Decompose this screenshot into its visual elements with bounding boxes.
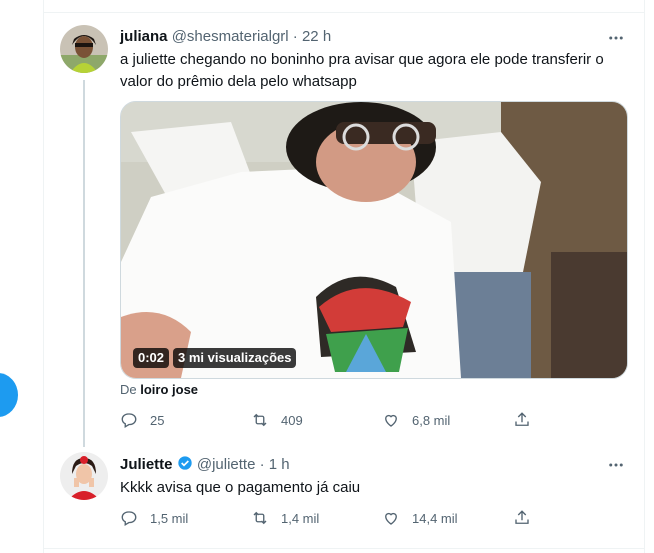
- tweet1-handle[interactable]: @shesmaterialgrl: [172, 28, 289, 45]
- divider-top: [43, 12, 644, 13]
- tweet1-like-button[interactable]: 6,8 mil: [382, 411, 513, 429]
- tweet2-reply-count: 1,5 mil: [150, 510, 189, 526]
- tweet1-video[interactable]: 0:02 3 mi visualizações: [120, 101, 628, 379]
- tweet1-reply-count: 25: [150, 412, 165, 428]
- tweet2-text: Kkkk avisa que o pagamento já caiu: [120, 479, 361, 496]
- tweet1-more-icon[interactable]: [606, 28, 626, 48]
- tweet1-share-button[interactable]: [513, 411, 553, 429]
- tweet1-like-count: 6,8 mil: [412, 412, 451, 428]
- divider-bottom: [43, 548, 644, 549]
- share-icon: [515, 412, 529, 426]
- tweet2-like-button[interactable]: 14,4 mil: [382, 509, 513, 527]
- thread-connector-line: [83, 80, 85, 447]
- tweet2-actions: 1,5 mil 1,4 mil 14,4 mil: [120, 509, 553, 527]
- attribution-user[interactable]: loiro jose: [140, 382, 198, 397]
- more-icon: [609, 463, 623, 467]
- tweet1-time[interactable]: 22 h: [302, 28, 331, 45]
- video-duration: 0:02: [133, 348, 170, 368]
- tweet2-display-name[interactable]: Juliette: [120, 456, 173, 473]
- video-frame-image: [121, 102, 627, 378]
- tweet2-retweet-count: 1,4 mil: [281, 510, 320, 526]
- verified-icon: [177, 456, 193, 473]
- video-views: 3 mi visualizações: [173, 348, 297, 368]
- tweet1-retweet-button[interactable]: 409: [251, 411, 382, 429]
- compose-fab-button[interactable]: [0, 373, 18, 417]
- tweet2-reply-button[interactable]: 1,5 mil: [120, 509, 251, 527]
- like-icon: [385, 512, 397, 525]
- tweet1-reply-button[interactable]: 25: [120, 411, 251, 429]
- tweet1-header: juliana @shesmaterialgrl · 22 h: [120, 27, 331, 47]
- reply-icon: [121, 413, 137, 428]
- reply-icon: [121, 511, 137, 526]
- tweet1-text: a juliette chegando no boninho pra avisa…: [120, 51, 604, 90]
- tweet2-retweet-button[interactable]: 1,4 mil: [251, 509, 382, 527]
- avatar-juliette[interactable]: [60, 452, 108, 500]
- tweet2-more-icon[interactable]: [606, 455, 626, 475]
- tweet2-separator: ·: [259, 456, 265, 473]
- video-badge: 0:02 3 mi visualizações: [133, 348, 297, 368]
- tweet2-header: Juliette @juliette · 1 h: [120, 455, 290, 475]
- video-attribution: De loiro jose: [120, 382, 198, 397]
- tweet2-like-count: 14,4 mil: [412, 510, 458, 526]
- share-icon: [515, 510, 529, 524]
- tweet1-separator: ·: [292, 28, 298, 45]
- tweet2-time[interactable]: 1 h: [269, 456, 290, 473]
- tweet1-display-name[interactable]: juliana: [120, 28, 168, 45]
- tweet2-handle[interactable]: @juliette: [197, 456, 256, 473]
- more-icon: [609, 36, 623, 40]
- tweet1-retweet-count: 409: [281, 412, 303, 428]
- retweet-icon: [253, 413, 267, 427]
- retweet-icon: [253, 511, 267, 525]
- avatar-juliana[interactable]: [60, 25, 108, 73]
- tweet2-share-button[interactable]: [513, 509, 553, 527]
- attribution-prefix: De: [120, 382, 137, 397]
- tweet1-actions: 25 409 6,8 mil: [120, 411, 553, 429]
- like-icon: [385, 414, 397, 427]
